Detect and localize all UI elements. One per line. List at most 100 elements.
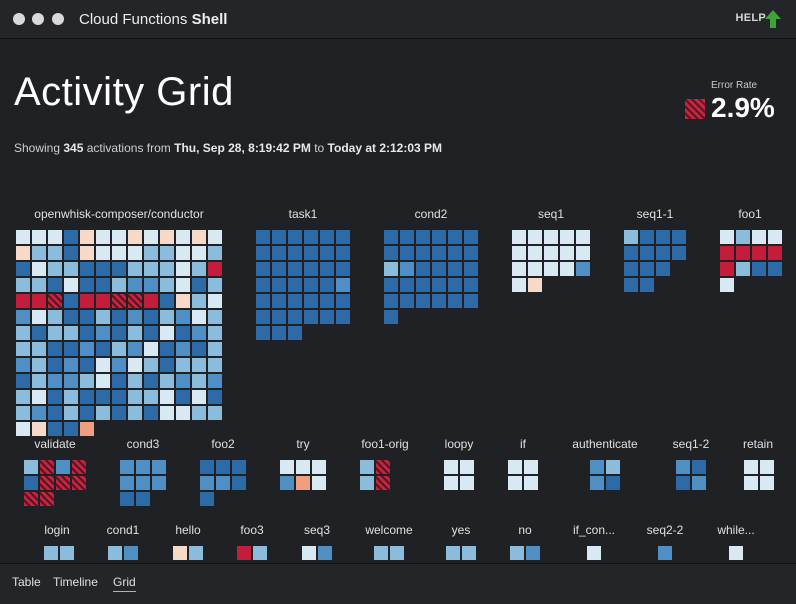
activation-cell[interactable]: [528, 278, 542, 292]
activation-cell[interactable]: [144, 406, 158, 420]
activation-cell[interactable]: [360, 476, 374, 490]
activation-cell[interactable]: [112, 358, 126, 372]
activation-cell[interactable]: [80, 262, 94, 276]
activation-cell[interactable]: [256, 310, 270, 324]
activation-cell[interactable]: [144, 262, 158, 276]
activation-cell[interactable]: [216, 460, 230, 474]
activation-cell[interactable]: [112, 342, 126, 356]
activation-cell[interactable]: [112, 374, 126, 388]
activation-cell[interactable]: [640, 246, 654, 260]
activation-cell[interactable]: [120, 476, 134, 490]
function-name-label[interactable]: if_con...: [573, 523, 615, 537]
activation-cell[interactable]: [192, 294, 206, 308]
activation-cell[interactable]: [658, 546, 672, 560]
activation-cell[interactable]: [587, 546, 601, 560]
activation-cell[interactable]: [390, 546, 404, 560]
activation-cell[interactable]: [676, 460, 690, 474]
activation-cell[interactable]: [136, 460, 150, 474]
activation-cell[interactable]: [384, 294, 398, 308]
window-zoom-button[interactable]: [52, 13, 64, 25]
activation-cell[interactable]: [144, 374, 158, 388]
activation-cell[interactable]: [460, 460, 474, 474]
activation-cell[interactable]: [16, 262, 30, 276]
activation-cell[interactable]: [208, 374, 222, 388]
function-name-label[interactable]: no: [518, 523, 531, 537]
activation-cell[interactable]: [160, 390, 174, 404]
function-name-label[interactable]: hello: [175, 523, 200, 537]
activation-cell[interactable]: [160, 374, 174, 388]
activation-cell[interactable]: [96, 358, 110, 372]
activation-cell[interactable]: [640, 262, 654, 276]
activation-cell[interactable]: [48, 246, 62, 260]
activation-cell[interactable]: [64, 342, 78, 356]
activation-cell[interactable]: [752, 246, 766, 260]
activation-cell[interactable]: [144, 230, 158, 244]
activation-cell[interactable]: [32, 358, 46, 372]
activation-cell[interactable]: [208, 358, 222, 372]
activation-cell[interactable]: [400, 230, 414, 244]
activation-cell[interactable]: [560, 246, 574, 260]
activation-cell[interactable]: [256, 262, 270, 276]
function-name-label[interactable]: seq2-2: [647, 523, 684, 537]
activation-cell[interactable]: [384, 230, 398, 244]
activation-cell[interactable]: [112, 326, 126, 340]
function-name-label[interactable]: foo3: [240, 523, 263, 537]
activation-cell[interactable]: [64, 326, 78, 340]
activation-cell[interactable]: [32, 246, 46, 260]
activation-cell[interactable]: [144, 358, 158, 372]
activation-cell[interactable]: [464, 246, 478, 260]
function-name-label[interactable]: seq1-1: [637, 207, 674, 221]
activation-cell[interactable]: [760, 460, 774, 474]
activation-cell[interactable]: [272, 262, 286, 276]
activation-cell[interactable]: [16, 342, 30, 356]
activation-cell[interactable]: [400, 294, 414, 308]
activation-cell[interactable]: [80, 406, 94, 420]
activation-cell[interactable]: [508, 460, 522, 474]
activation-cell[interactable]: [272, 294, 286, 308]
activation-cell[interactable]: [416, 278, 430, 292]
activation-cell[interactable]: [192, 406, 206, 420]
activation-cell[interactable]: [128, 358, 142, 372]
activation-cell[interactable]: [640, 278, 654, 292]
activation-cell[interactable]: [444, 476, 458, 490]
activation-cell[interactable]: [176, 310, 190, 324]
activation-cell[interactable]: [446, 546, 460, 560]
activation-cell[interactable]: [448, 230, 462, 244]
activation-cell[interactable]: [56, 476, 70, 490]
activation-cell[interactable]: [280, 460, 294, 474]
activation-cell[interactable]: [112, 278, 126, 292]
activation-cell[interactable]: [80, 230, 94, 244]
activation-cell[interactable]: [128, 390, 142, 404]
activation-cell[interactable]: [256, 326, 270, 340]
activation-cell[interactable]: [32, 278, 46, 292]
activation-cell[interactable]: [232, 460, 246, 474]
activation-cell[interactable]: [302, 546, 316, 560]
activation-cell[interactable]: [128, 278, 142, 292]
activation-cell[interactable]: [192, 390, 206, 404]
activation-cell[interactable]: [44, 546, 58, 560]
activation-cell[interactable]: [256, 278, 270, 292]
activation-cell[interactable]: [16, 406, 30, 420]
activation-cell[interactable]: [32, 310, 46, 324]
activation-cell[interactable]: [60, 546, 74, 560]
activation-cell[interactable]: [444, 460, 458, 474]
activation-cell[interactable]: [656, 262, 670, 276]
activation-cell[interactable]: [272, 246, 286, 260]
activation-cell[interactable]: [128, 406, 142, 420]
activation-cell[interactable]: [606, 476, 620, 490]
function-name-label[interactable]: welcome: [365, 523, 412, 537]
activation-cell[interactable]: [288, 246, 302, 260]
activation-cell[interactable]: [237, 546, 251, 560]
activation-cell[interactable]: [208, 230, 222, 244]
activation-cell[interactable]: [384, 246, 398, 260]
activation-cell[interactable]: [144, 246, 158, 260]
activation-cell[interactable]: [96, 390, 110, 404]
activation-cell[interactable]: [512, 278, 526, 292]
activation-cell[interactable]: [80, 294, 94, 308]
help-link[interactable]: HELP: [735, 12, 766, 24]
activation-cell[interactable]: [416, 246, 430, 260]
activation-cell[interactable]: [144, 390, 158, 404]
activation-cell[interactable]: [253, 546, 267, 560]
activation-cell[interactable]: [64, 406, 78, 420]
activation-cell[interactable]: [48, 262, 62, 276]
